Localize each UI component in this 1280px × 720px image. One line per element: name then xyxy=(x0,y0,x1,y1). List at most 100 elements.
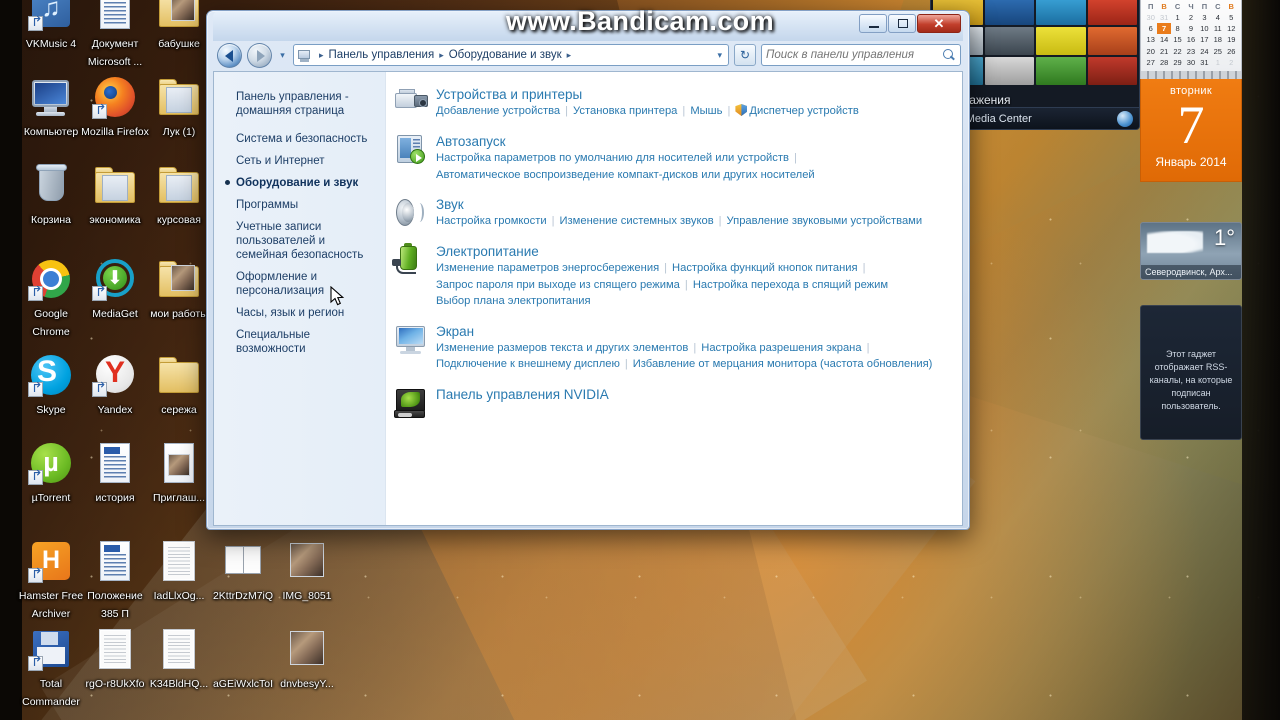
category-title-link[interactable]: Электропитание xyxy=(436,243,952,260)
desktop-icon[interactable]: сережа xyxy=(142,352,216,418)
desktop-icon[interactable]: Документ Microsoft ... xyxy=(78,0,152,70)
calendar-day-cell[interactable]: 25 xyxy=(1211,46,1224,57)
category-task-link[interactable]: Установка принтера xyxy=(573,105,677,117)
media-tile[interactable] xyxy=(1036,57,1086,85)
media-tile[interactable] xyxy=(1087,57,1137,85)
category-task-link[interactable]: Автоматическое воспроизведение компакт-д… xyxy=(436,169,815,181)
sidebar-item-7[interactable]: Специальные возможности xyxy=(214,324,385,360)
sidebar-item-2[interactable]: Оборудование и звук xyxy=(214,172,385,194)
refresh-button[interactable]: ↻ xyxy=(734,44,756,66)
sidebar-item-6[interactable]: Часы, язык и регион xyxy=(214,302,385,324)
calendar-day-cell[interactable]: 30 xyxy=(1184,57,1197,68)
category-title-link[interactable]: Звук xyxy=(436,196,952,213)
category-task-link[interactable]: Настройка громкости xyxy=(436,215,547,227)
calendar-day-cell[interactable]: 16 xyxy=(1184,34,1197,45)
category-task-link[interactable]: Настройка функций кнопок питания xyxy=(672,262,858,274)
control-panel-window[interactable]: ✕ ▾ ▸ Панель управления ▸ Оборудование и… xyxy=(206,10,970,530)
address-dropdown-icon[interactable]: ▾ xyxy=(713,50,726,61)
sidebar-item-0[interactable]: Система и безопасность xyxy=(214,128,385,150)
search-icon[interactable] xyxy=(943,48,956,62)
calendar-day-cell[interactable]: 30 xyxy=(1144,12,1157,23)
power-options-icon[interactable] xyxy=(392,243,428,277)
desktop-icon[interactable]: ⬇ MediaGet xyxy=(78,256,152,322)
calendar-day-cell[interactable]: 19 xyxy=(1225,34,1238,45)
category-task-link[interactable]: Управление звуковыми устройствами xyxy=(727,215,923,227)
calendar-month-grid[interactable]: ПВСЧПСВ 30 31 1 2 3 4 5 6 7 8 9 10 11 12 13 14 15 16 17 18 1… xyxy=(1140,0,1242,71)
desktop-icon[interactable]: Лук (1) xyxy=(142,74,216,140)
sidebar-item-home[interactable]: Панель управления - домашняя страница xyxy=(214,86,385,122)
desktop-icon[interactable]: Total Commander xyxy=(14,626,88,710)
category-task-link[interactable]: Изменение параметров энергосбережения xyxy=(436,262,659,274)
minimize-button[interactable] xyxy=(859,14,887,33)
category-title-link[interactable]: Автозапуск xyxy=(436,133,952,150)
desktop-icon[interactable]: IadLlxOg... xyxy=(142,538,216,604)
category-task-link[interactable]: Изменение размеров текста и других элеме… xyxy=(436,342,688,354)
media-tile-play[interactable] xyxy=(984,27,1034,55)
desktop-icon[interactable]: Y Yandex xyxy=(78,352,152,418)
calendar-day-cell[interactable]: 29 xyxy=(1171,57,1184,68)
calendar-day-cell[interactable]: 21 xyxy=(1157,46,1170,57)
calendar-day-cell[interactable]: 1 xyxy=(1171,12,1184,23)
desktop-icon[interactable]: Приглаш... xyxy=(142,440,216,506)
category-title-link[interactable]: Панель управления NVIDIA xyxy=(436,386,952,403)
calendar-day-cell[interactable]: 31 xyxy=(1157,12,1170,23)
media-tile[interactable] xyxy=(984,57,1034,85)
calendar-gadget[interactable]: ПВСЧПСВ 30 31 1 2 3 4 5 6 7 8 9 10 11 12 13 14 15 16 17 18 1… xyxy=(1140,0,1242,182)
maximize-button[interactable] xyxy=(888,14,916,33)
sidebar-item-4[interactable]: Учетные записи пользователей и семейная … xyxy=(214,216,385,266)
calendar-day-cell[interactable]: 10 xyxy=(1198,23,1211,34)
desktop-icon[interactable]: IMG_8051 xyxy=(270,538,344,604)
desktop-icon[interactable]: S Skype xyxy=(14,352,88,418)
display-icon[interactable] xyxy=(394,323,428,357)
sidebar-item-5[interactable]: Оформление и персонализация xyxy=(214,266,385,302)
forward-button[interactable] xyxy=(247,42,272,68)
desktop-icon[interactable]: µ µTorrent xyxy=(14,440,88,506)
desktop-icon[interactable]: Положение 385 П xyxy=(78,538,152,622)
media-tile[interactable] xyxy=(1036,0,1086,25)
category-task-link[interactable]: Настройка разрешения экрана xyxy=(701,342,861,354)
calendar-day-cell[interactable]: 1 xyxy=(1211,57,1224,68)
category-task-link[interactable]: Запрос пароля при выходе из спящего режи… xyxy=(436,279,680,291)
category-task-link[interactable]: Подключение к внешнему дисплею xyxy=(436,358,620,370)
desktop-icon[interactable]: Mozilla Firefox xyxy=(78,74,152,140)
breadcrumb-separator-icon[interactable]: ▸ xyxy=(564,50,575,61)
sidebar-item-1[interactable]: Сеть и Интернет xyxy=(214,150,385,172)
address-bar[interactable]: ▸ Панель управления ▸ Оборудование и зву… xyxy=(293,44,729,66)
calendar-day-cell[interactable]: 22 xyxy=(1171,46,1184,57)
calendar-day-cell[interactable]: 12 xyxy=(1225,23,1238,34)
category-task-link[interactable]: Настройка перехода в спящий режим xyxy=(693,279,888,291)
desktop-icon[interactable]: rgO-r8UkXfo xyxy=(78,626,152,692)
calendar-day-cell[interactable]: 8 xyxy=(1171,23,1184,34)
calendar-day-cell[interactable]: 17 xyxy=(1198,34,1211,45)
category-task-link[interactable]: Мышь xyxy=(690,105,722,117)
sound-icon[interactable] xyxy=(394,196,428,230)
calendar-day-cell[interactable]: 28 xyxy=(1157,57,1170,68)
calendar-day-cell[interactable]: 5 xyxy=(1225,12,1238,23)
calendar-day-cell[interactable]: 4 xyxy=(1211,12,1224,23)
calendar-day-cell[interactable]: 20 xyxy=(1144,46,1157,57)
media-tile[interactable] xyxy=(984,0,1034,25)
breadcrumb-item-control-panel[interactable]: Панель управления xyxy=(327,49,437,61)
category-task-link[interactable]: Настройка параметров по умолчанию для но… xyxy=(436,152,789,164)
desktop-icon[interactable]: K34BldHQ... xyxy=(142,626,216,692)
weather-gadget[interactable]: 1° Северодвинск, Арх... xyxy=(1140,222,1242,280)
breadcrumb-item-hardware-and-sound[interactable]: Оборудование и звук xyxy=(447,49,564,61)
desktop-icon[interactable]: aGEiWxlcToI xyxy=(206,626,280,692)
nvidia-icon[interactable] xyxy=(394,386,428,420)
search-input[interactable] xyxy=(766,49,943,61)
calendar-day-cell[interactable]: 23 xyxy=(1184,46,1197,57)
calendar-day-cell[interactable]: 27 xyxy=(1144,57,1157,68)
desktop-icon[interactable]: Корзина xyxy=(14,162,88,228)
calendar-day-cell[interactable]: 3 xyxy=(1198,12,1211,23)
devices-and-printers-icon[interactable] xyxy=(394,86,428,120)
calendar-day-cell[interactable]: 11 xyxy=(1211,23,1224,34)
calendar-day-cell[interactable]: 24 xyxy=(1198,46,1211,57)
calendar-day-cell[interactable]: 15 xyxy=(1171,34,1184,45)
desktop-icon[interactable]: dnvbesyY... xyxy=(270,626,344,692)
desktop-icon[interactable]: ♫ VKMusic 4 xyxy=(14,0,88,52)
autoplay-icon[interactable] xyxy=(394,133,428,167)
calendar-day-cell[interactable]: 14 xyxy=(1157,34,1170,45)
category-task-link[interactable]: Избавление от мерцания монитора (частота… xyxy=(633,358,933,370)
media-tile[interactable] xyxy=(1087,27,1137,55)
back-button[interactable] xyxy=(217,42,242,68)
